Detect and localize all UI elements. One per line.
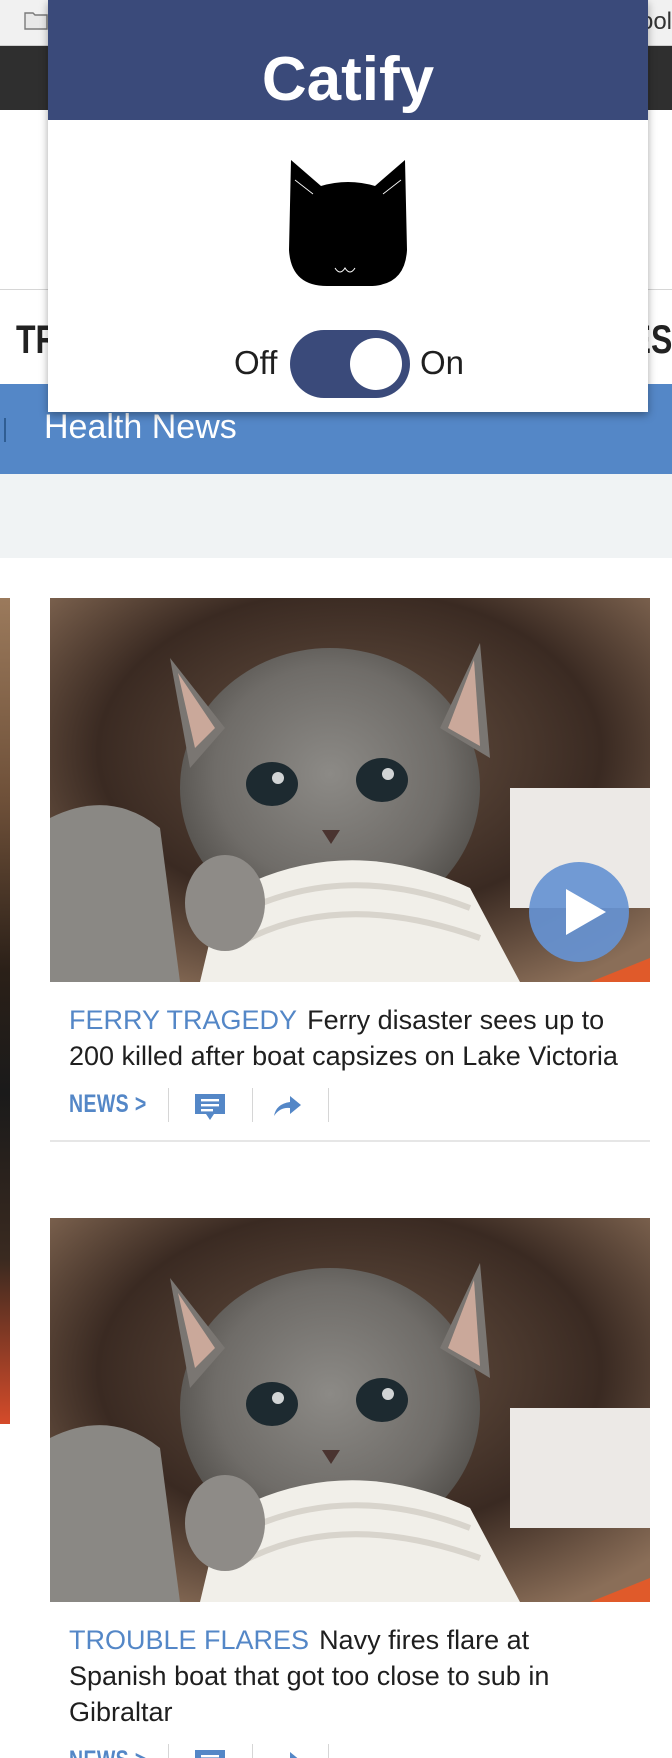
left-carousel-edge	[0, 598, 10, 1424]
catify-toggle-row: Off On	[48, 330, 648, 398]
article-image[interactable]	[50, 598, 650, 982]
article-kicker[interactable]: FERRY TRAGEDY	[69, 1005, 297, 1035]
article-meta: NEWS >	[69, 1742, 650, 1758]
comment-icon[interactable]	[193, 1748, 227, 1758]
share-icon[interactable]	[272, 1750, 302, 1758]
popup-header: Catify	[48, 0, 648, 120]
category-link[interactable]: NEWS >	[69, 1090, 147, 1119]
folder-icon[interactable]	[24, 10, 48, 30]
article-headline[interactable]: FERRY TRAGEDY Ferry disaster sees up to 2…	[69, 1002, 630, 1074]
article-card: TROUBLE FLARES Navy fires flare at Spanis…	[50, 1218, 650, 1758]
article-image[interactable]	[50, 1218, 650, 1602]
meta-divider	[328, 1088, 329, 1122]
share-icon[interactable]	[272, 1094, 302, 1120]
article-kicker[interactable]: TROUBLE FLARES	[69, 1625, 309, 1655]
kitten-photo	[50, 1218, 650, 1602]
article-divider	[50, 1140, 650, 1142]
comment-icon[interactable]	[193, 1092, 227, 1122]
cat-head-icon	[289, 160, 407, 286]
section-title[interactable]: Health News	[44, 408, 237, 447]
meta-divider	[252, 1744, 253, 1758]
meta-divider	[328, 1744, 329, 1758]
popup-title: Catify	[261, 45, 435, 114]
article-card: FERRY TRAGEDY Ferry disaster sees up to 2…	[50, 598, 650, 1142]
play-button[interactable]	[529, 862, 629, 962]
article-headline[interactable]: TROUBLE FLARES Navy fires flare at Spanis…	[69, 1622, 630, 1730]
meta-divider	[168, 1744, 169, 1758]
meta-divider	[168, 1088, 169, 1122]
ad-space	[0, 474, 672, 558]
extension-popup: Catify Off On	[48, 0, 648, 412]
catify-toggle[interactable]	[290, 330, 410, 398]
section-divider	[4, 418, 6, 442]
toggle-off-label: Off	[234, 344, 278, 381]
meta-divider	[252, 1088, 253, 1122]
article-meta: NEWS >	[69, 1086, 650, 1126]
play-icon	[566, 889, 606, 935]
toggle-knob[interactable]	[350, 338, 402, 390]
category-link[interactable]: NEWS >	[69, 1746, 147, 1758]
toggle-on-label: On	[420, 344, 465, 381]
